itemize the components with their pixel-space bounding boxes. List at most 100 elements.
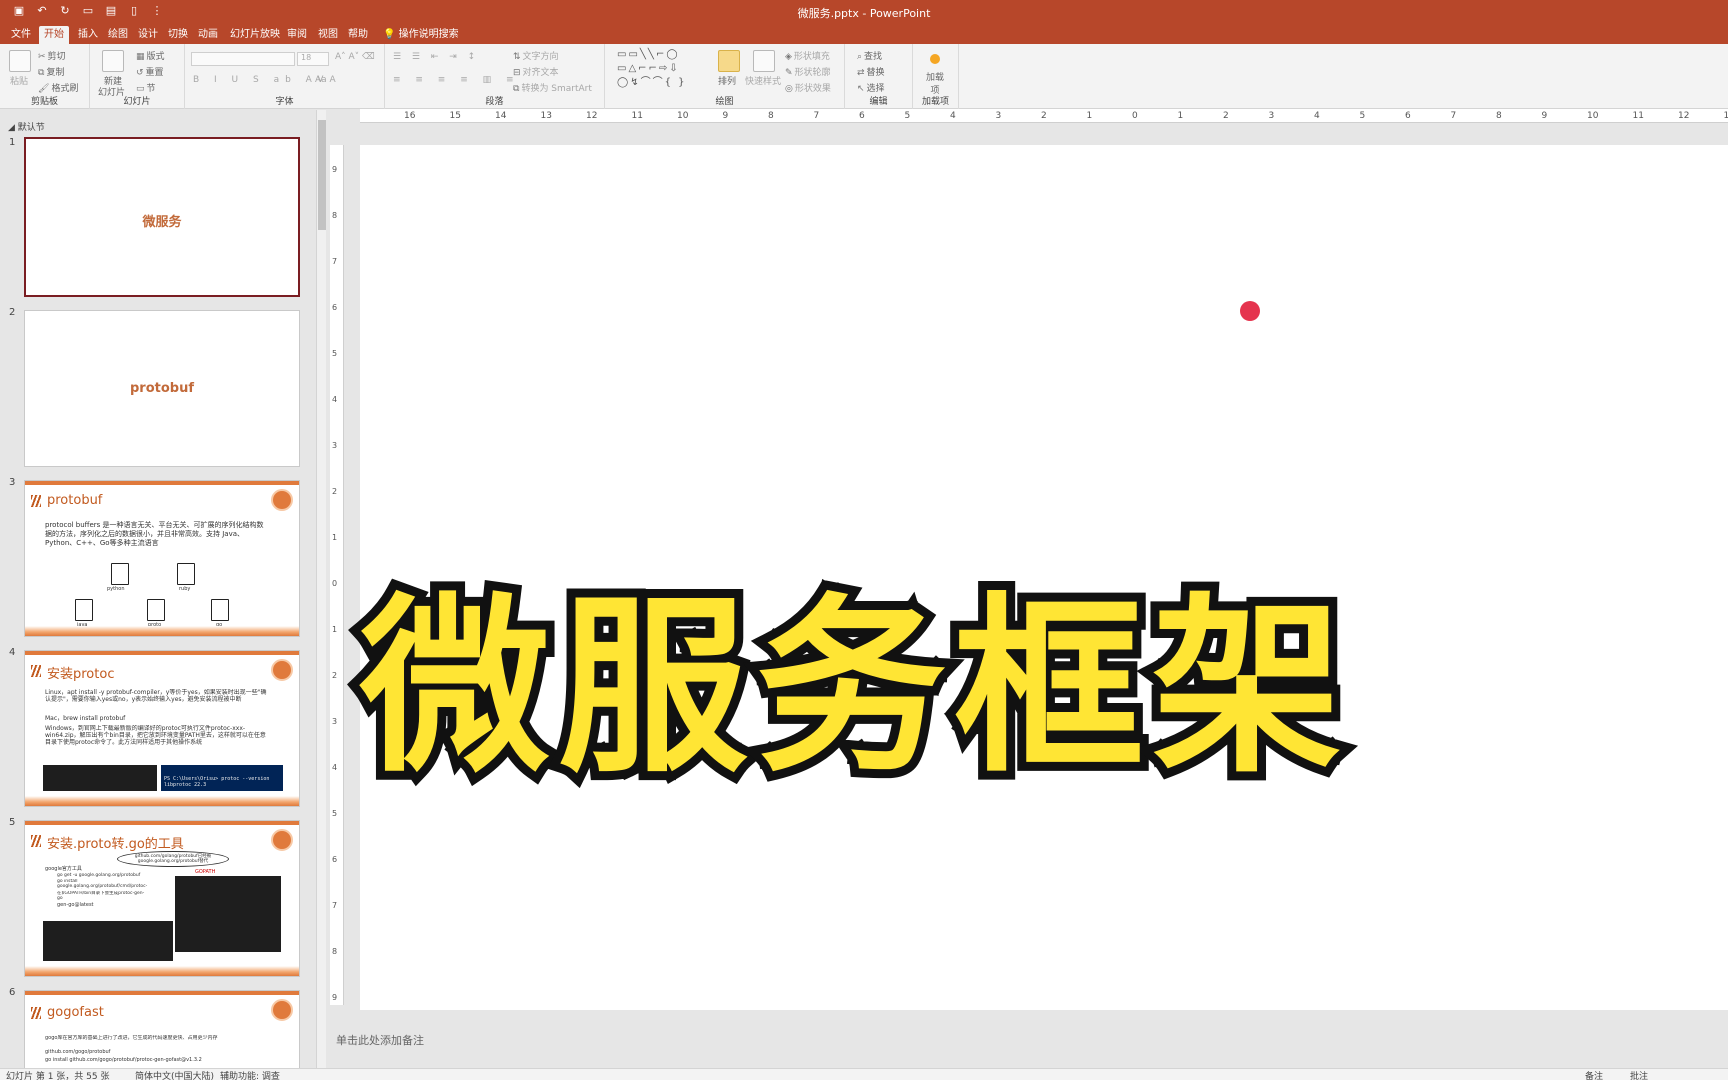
arrange-icon[interactable] (718, 50, 740, 72)
paste-button[interactable]: 粘贴 (10, 74, 28, 87)
comments-toggle[interactable]: 批注 (1630, 1069, 1648, 1080)
list-buttons[interactable]: ☰ ☰ ⇤ ⇥ ↕ (393, 52, 479, 62)
notes-placeholder[interactable]: 单击此处添加备注 (336, 1032, 424, 1048)
slide-title: 微服务 (142, 215, 182, 230)
shapes-gallery[interactable]: ▭▭╲╲⌐◯ ▭△⌐⌐⇨⇩ ◯↯⌒⌒{ } (617, 48, 686, 90)
tell-me-search[interactable]: 💡 操作说明搜索 (383, 26, 459, 44)
main-slide-title[interactable]: 微服务框架 (351, 571, 1728, 804)
ruler-tick: 9 (1541, 111, 1548, 121)
font-size-box[interactable]: 18 (297, 52, 329, 66)
ruler-tick: 4 (950, 111, 956, 121)
slide-item: 在$GOPATH/bin目录下会生成protoc-gen-go (57, 891, 145, 901)
new-slide-icon[interactable] (102, 50, 124, 72)
slide-bullet: Mac，brew install protobuf (45, 715, 126, 722)
ruler-tick: 0 (332, 579, 338, 588)
slide-canvas[interactable]: 微服务框架 (351, 145, 1728, 1010)
editing-group: ⌕ 查找 ⇄ 替换 ↖ 选择 编辑 (845, 44, 913, 109)
tab-slideshow[interactable]: 幻灯片放映 (225, 26, 285, 44)
font-style-buttons[interactable]: B I U S ab AV (193, 75, 329, 85)
quick-styles-icon[interactable] (753, 50, 775, 72)
ruler-tick: 5 (904, 111, 911, 121)
shape-outline-button[interactable]: ✎ 形状轮廓 (785, 65, 831, 78)
section-button[interactable]: ▭ 节 (136, 81, 156, 94)
tab-review[interactable]: 审阅 (282, 26, 312, 44)
select-button[interactable]: ↖ 选择 (857, 81, 885, 94)
font-color-buttons[interactable]: Aa A (315, 75, 336, 85)
paste-icon[interactable] (9, 50, 31, 72)
replace-button[interactable]: ⇄ 替换 (857, 65, 885, 78)
ruler-tick: 3 (332, 717, 338, 726)
tab-insert[interactable]: 插入 (73, 26, 103, 44)
slide-number: 2 (9, 307, 16, 318)
slide-thumbnail-4[interactable]: 安装protoc Linux，apt install -y protobuf-c… (24, 650, 300, 807)
cut-button[interactable]: ✂ 剪切 (38, 49, 66, 62)
tab-draw[interactable]: 绘图 (103, 26, 133, 44)
align-text-icon: ⊟ (513, 68, 521, 78)
font-name-box[interactable] (191, 52, 295, 66)
tab-home[interactable]: 开始 (39, 26, 69, 44)
outline-icon: ✎ (785, 68, 793, 78)
scissors-icon: ✂ (38, 52, 46, 62)
search-icon: ⌕ (857, 52, 863, 62)
window-title: 微服务.pptx - PowerPoint (797, 7, 931, 20)
shape-effects-button[interactable]: ◎ 形状效果 (785, 81, 831, 94)
addins-icon[interactable] (930, 54, 940, 64)
file-icon (111, 563, 129, 585)
text-direction-button[interactable]: ⇅ 文字方向 (513, 49, 559, 62)
replace-label: 替换 (866, 68, 885, 78)
notes-toggle[interactable]: 备注 (1585, 1069, 1603, 1080)
tab-file[interactable]: 文件 (6, 26, 36, 44)
drawing-group: ▭▭╲╲⌐◯ ▭△⌐⌐⇨⇩ ◯↯⌒⌒{ } 排列 快速样式 ◈ 形状填充 ✎ 形状轮廓 … (605, 44, 845, 109)
accessibility-status[interactable]: 辅助功能: 调查 (220, 1069, 280, 1080)
reset-icon: ↺ (136, 68, 144, 78)
reset-button[interactable]: ↺ 重置 (136, 65, 164, 78)
ruler-tick: 6 (1405, 111, 1411, 121)
copy-icon: ⧉ (38, 68, 45, 78)
find-button[interactable]: ⌕ 查找 (857, 49, 882, 62)
language-status[interactable]: 简体中文(中国大陆) (135, 1069, 214, 1080)
fill-icon: ◈ (785, 52, 792, 62)
text-direction-icon: ⇅ (513, 52, 521, 62)
slide-thumbnail-6[interactable]: gogofast gogo库在官方库的基础上进行了改进，它生成的代码速度更快、占… (24, 990, 300, 1068)
arrange-button[interactable]: 排列 (718, 74, 736, 87)
slide-title: protobuf (30, 493, 103, 508)
ruler-tick: 4 (332, 395, 338, 404)
lightbulb-icon: 💡 (383, 29, 399, 40)
align-text-button[interactable]: ⊟ 对齐文本 (513, 65, 559, 78)
smartart-icon: ⧉ (513, 84, 520, 94)
slide-thumbnail-5[interactable]: 安装.proto转.go的工具 github.com/golang/protob… (24, 820, 300, 977)
slide-thumbnail-3[interactable]: protobuf protocol buffers 是一种语言无关、平台无关、可… (24, 480, 300, 637)
smartart-button[interactable]: ⧉ 转换为 SmartArt (513, 81, 592, 94)
tab-design[interactable]: 设计 (133, 26, 163, 44)
ruler-tick: 4 (1314, 111, 1320, 121)
effects-icon: ◎ (785, 84, 793, 94)
quick-styles-button[interactable]: 快速样式 (745, 74, 781, 87)
ribbon: 粘贴 ✂ 剪切 ⧉ 复制 🖌 格式刷 剪贴板 新建 幻灯片 ▦ 版式 ↺ 重置 ▭ 节 幻灯… (0, 44, 1728, 109)
cut-label: 剪切 (47, 52, 66, 62)
editing-group-label: 编辑 (869, 97, 888, 107)
ruler-tick: 2 (332, 671, 338, 680)
scrollbar-thumb[interactable] (318, 120, 326, 230)
layout-icon: ▦ (136, 52, 145, 62)
thumbnails-scrollbar[interactable] (316, 110, 326, 1068)
tab-help[interactable]: 帮助 (343, 26, 373, 44)
tab-animations[interactable]: 动画 (193, 26, 223, 44)
addins-button[interactable]: 加载项 (924, 70, 946, 96)
section-header[interactable]: ◢ 默认节 (8, 120, 45, 133)
highlight-label: GOPATH (195, 869, 216, 875)
ruler-tick: 12 (1678, 111, 1690, 121)
slide-thumbnail-2[interactable]: protobuf (24, 310, 300, 467)
ruler-tick: 2 (1041, 111, 1047, 121)
ruler-tick: 9 (722, 111, 729, 121)
tab-view[interactable]: 视图 (313, 26, 343, 44)
copy-button[interactable]: ⧉ 复制 (38, 65, 64, 78)
file-icon (75, 599, 93, 621)
layout-button[interactable]: ▦ 版式 (136, 49, 165, 62)
align-buttons[interactable]: ≡ ≡ ≡ ≡ ▥ ≡ (393, 75, 520, 85)
ruler-tick: 5 (1359, 111, 1366, 121)
tab-transitions[interactable]: 切换 (163, 26, 193, 44)
slide-thumbnail-1[interactable]: 微服务 (24, 137, 300, 297)
shape-fill-button[interactable]: ◈ 形状填充 (785, 49, 830, 62)
format-painter-button[interactable]: 🖌 格式刷 (38, 81, 78, 94)
grow-shrink-font[interactable]: A˄ A˅ ⌫ (335, 52, 375, 62)
